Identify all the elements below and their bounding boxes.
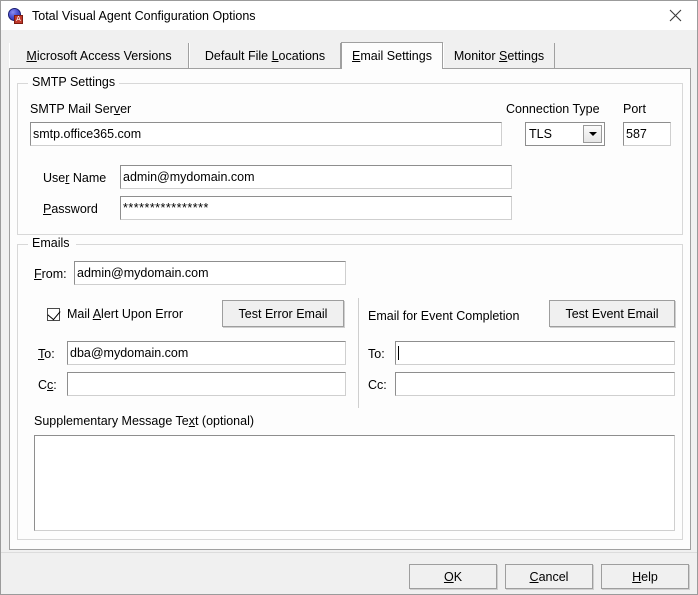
supplementary-message-textarea[interactable] bbox=[34, 435, 675, 531]
connection-type-label: Connection Type bbox=[506, 102, 600, 116]
event-cc-label: Cc: bbox=[368, 378, 387, 392]
window-title: Total Visual Agent Configuration Options bbox=[32, 8, 256, 23]
checkbox-checked-icon bbox=[47, 306, 61, 321]
test-event-email-button[interactable]: Test Event Email bbox=[549, 300, 675, 327]
error-cc-input[interactable] bbox=[67, 372, 346, 396]
cancel-button-label: Cancel bbox=[529, 569, 569, 584]
mail-alert-upon-error-label: Mail Alert Upon Error bbox=[67, 307, 184, 321]
port-label: Port bbox=[623, 102, 646, 116]
password-label: Password bbox=[43, 202, 98, 216]
tab-strip: Microsoft Access Versions Default File L… bbox=[9, 42, 691, 69]
error-to-label: To: bbox=[38, 347, 55, 361]
cancel-button[interactable]: Cancel bbox=[505, 564, 593, 589]
smtp-group-caption: SMTP Settings bbox=[28, 75, 120, 89]
event-cc-input[interactable] bbox=[395, 372, 675, 396]
port-input[interactable]: 587 bbox=[623, 122, 671, 146]
event-to-label: To: bbox=[368, 347, 385, 361]
smtp-mail-server-label: SMTP Mail Server bbox=[30, 102, 132, 116]
ok-button-label: OK bbox=[443, 569, 463, 584]
tab-label: Email Settings bbox=[352, 49, 432, 63]
from-input[interactable]: admin@mydomain.com bbox=[74, 261, 346, 285]
dialog-window: A Total Visual Agent Configuration Optio… bbox=[0, 0, 698, 595]
password-input[interactable]: **************** bbox=[120, 196, 512, 220]
user-name-label: User Name bbox=[43, 171, 107, 185]
email-panels-divider bbox=[358, 298, 359, 408]
error-to-input[interactable]: dba@mydomain.com bbox=[67, 341, 346, 365]
tab-microsoft-access-versions[interactable]: Microsoft Access Versions bbox=[9, 43, 189, 69]
close-icon[interactable] bbox=[653, 1, 697, 30]
title-bar: A Total Visual Agent Configuration Optio… bbox=[1, 1, 697, 30]
tab-monitor-settings[interactable]: Monitor Settings bbox=[443, 43, 555, 69]
help-button[interactable]: Help bbox=[601, 564, 689, 589]
tab-label: Default File Locations bbox=[204, 49, 326, 63]
connection-type-value: TLS bbox=[529, 127, 552, 141]
help-button-label: Help bbox=[632, 569, 658, 584]
emails-group-caption: Emails bbox=[28, 236, 74, 250]
tab-panel-email-settings: SMTP Settings SMTP Mail Server smtp.offi… bbox=[9, 68, 691, 550]
connection-type-dropdown[interactable]: TLS bbox=[525, 122, 605, 146]
tab-label: Monitor Settings bbox=[453, 49, 545, 63]
email-for-event-completion-label: Email for Event Completion bbox=[368, 309, 520, 323]
footer-bar: OK Cancel Help bbox=[1, 553, 697, 594]
event-to-input[interactable] bbox=[395, 341, 675, 365]
ok-button[interactable]: OK bbox=[409, 564, 497, 589]
user-name-input[interactable]: admin@mydomain.com bbox=[120, 165, 512, 189]
mail-alert-upon-error-checkbox[interactable]: Mail Alert Upon Error bbox=[47, 306, 184, 321]
smtp-mail-server-input[interactable]: smtp.office365.com bbox=[30, 122, 502, 146]
from-label: From: bbox=[34, 267, 67, 281]
chevron-down-icon[interactable] bbox=[583, 125, 602, 143]
test-error-email-button[interactable]: Test Error Email bbox=[222, 300, 344, 327]
supplementary-message-label: Supplementary Message Text (optional) bbox=[34, 414, 255, 428]
tab-default-file-locations[interactable]: Default File Locations bbox=[189, 43, 341, 69]
tab-email-settings[interactable]: Email Settings bbox=[341, 42, 443, 69]
app-orb-icon: A bbox=[8, 7, 24, 24]
error-cc-label: Cc: bbox=[38, 378, 57, 392]
tab-label: Microsoft Access Versions bbox=[26, 49, 172, 63]
